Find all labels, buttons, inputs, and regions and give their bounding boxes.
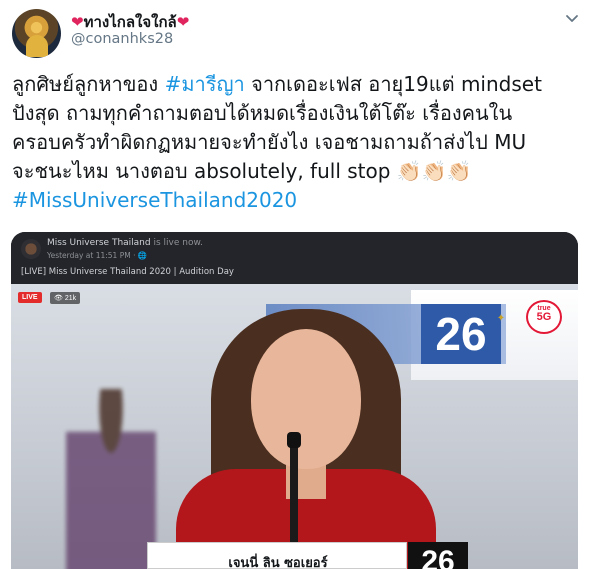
avatar[interactable]: [12, 9, 61, 58]
tweet-text-segment: จากเดอะเฟส อายุ19แต่ mindset: [244, 72, 542, 96]
video-frame[interactable]: 26 ✦ true 5G LIVE 👁 21k เจนนี่ ลิน ซอเยอ…: [11, 284, 578, 569]
page-name-text: Miss Universe Thailand: [47, 238, 151, 248]
contestant-number: 26: [408, 542, 468, 569]
sponsor-logo-gold: ✦: [496, 313, 506, 324]
background-person: [66, 389, 156, 569]
live-badge: LIVE: [18, 292, 42, 303]
tweet-text-line: ปังสุด ถามทุกคำถามตอบได้หมดเรื่องเงินใต้…: [12, 99, 582, 128]
hashtag-link[interactable]: #มารีญา: [165, 72, 245, 96]
display-name-text: ทางไกลใจใกล้: [83, 13, 177, 31]
tweet-media[interactable]: Miss Universe Thailand is live now. Yest…: [11, 232, 578, 569]
page-avatar: [21, 239, 41, 259]
tweet-text: ลูกศิษย์ลูกหาของ #มารีญา จากเดอะเฟส อายุ…: [12, 70, 582, 215]
tweet: ❤ทางไกลใจใกล้❤ @conanhks28 ลูกศิษย์ลูกหา…: [0, 0, 591, 569]
tweet-text-segment: ครอบครัวทำผิดกฏหมายจะทำยังไง เจอชามถามถ้…: [12, 130, 527, 154]
heart-icon: ❤: [176, 13, 190, 31]
heart-icon: ❤: [71, 13, 84, 31]
tweet-text-segment: ลูกศิษย์ลูกหาของ: [12, 72, 165, 96]
tweet-text-segment: ปังสุด ถามทุกคำถามตอบได้หมดเรื่องเงินใต้…: [12, 101, 513, 125]
handle[interactable]: @conanhks28: [71, 31, 173, 47]
chevron-down-icon[interactable]: [564, 10, 580, 26]
contestant-name: เจนนี่ ลิน ซอเยอร์: [228, 556, 328, 569]
contestant-name-plate: เจนนี่ ลิน ซอเยอร์: [147, 542, 407, 569]
posted-time: Yesterday at 11:51 PM · 🌐: [47, 251, 148, 260]
tweet-text-line: #MissUniverseThailand2020: [12, 186, 582, 215]
sponsor-bottom-text: 5G: [536, 311, 552, 323]
page-status: is live now.: [150, 238, 203, 248]
page-name: Miss Universe Thailand is live now.: [47, 238, 203, 248]
contestant-face: [251, 329, 361, 469]
video-header: Miss Universe Thailand is live now. Yest…: [11, 232, 578, 284]
sponsor-logo-5g: true 5G: [526, 300, 562, 334]
tweet-text-line: จะชนะไหม นางตอบ absolutely, full stop 👏🏻…: [12, 157, 582, 186]
tweet-text-segment: จะชนะไหม นางตอบ absolutely, full stop 👏🏻…: [12, 159, 472, 183]
tweet-text-line: ลูกศิษย์ลูกหาของ #มารีญา จากเดอะเฟส อายุ…: [12, 70, 582, 99]
video-title: [LIVE] Miss Universe Thailand 2020 | Aud…: [21, 267, 234, 277]
hashtag-link[interactable]: #MissUniverseThailand2020: [12, 188, 297, 212]
tweet-text-line: ครอบครัวทำผิดกฏหมายจะทำยังไง เจอชามถามถ้…: [12, 128, 582, 157]
microphone-icon: [287, 432, 301, 448]
viewer-count: 👁 21k: [50, 292, 81, 304]
